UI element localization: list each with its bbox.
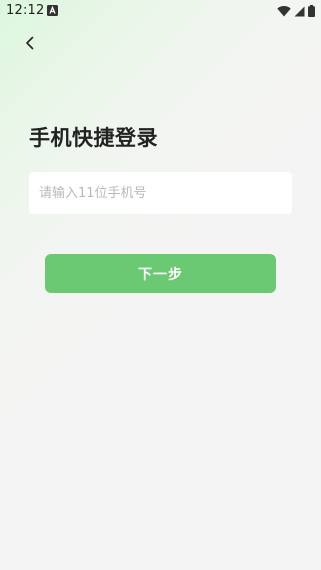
signal-icon (294, 6, 305, 16)
chevron-left-icon (26, 36, 34, 50)
next-button[interactable]: 下一步 (45, 254, 276, 293)
status-bar: 12:12 (0, 0, 321, 24)
wifi-icon (277, 6, 291, 17)
login-screen: 12:12 手机快捷登录 下一步 (0, 0, 321, 570)
phone-field (29, 172, 292, 214)
status-icons (277, 4, 315, 18)
status-time: 12:12 (6, 3, 45, 18)
back-button[interactable] (17, 30, 43, 56)
a-letter-icon (47, 5, 58, 16)
page-title: 手机快捷登录 (29, 126, 158, 150)
phone-input[interactable] (29, 172, 292, 214)
battery-icon (308, 5, 315, 17)
